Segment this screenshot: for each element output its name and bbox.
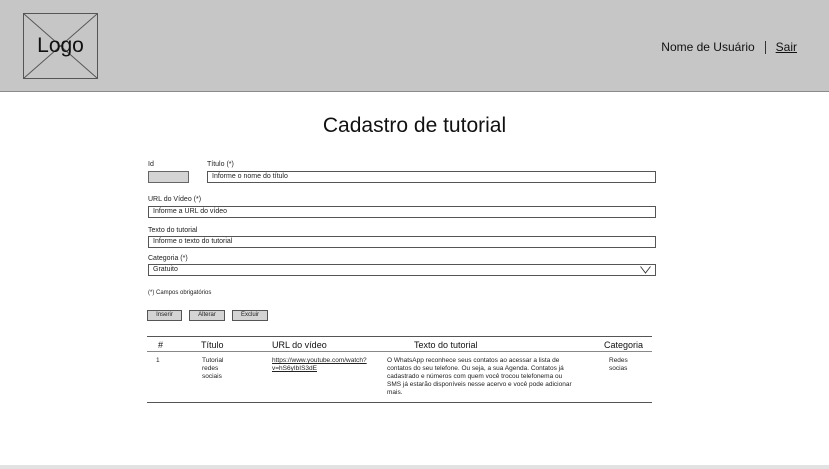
table-header-id: # (158, 340, 164, 350)
tutorial-text-input[interactable]: Informe o texto do tutorial (148, 236, 656, 248)
title-label: Título (*) (207, 161, 234, 168)
logout-link[interactable]: Sair (776, 40, 797, 54)
row-url-link[interactable]: https://www.youtube.com/watch?v=hS6yIbIS… (272, 357, 368, 373)
insert-button[interactable]: Inserir (147, 310, 182, 321)
header: Logo Nome de Usuário Sair (0, 0, 829, 92)
table-header-text: Texto do tutorial (414, 340, 478, 350)
video-url-input[interactable]: Informe a URL do vídeo (148, 206, 656, 218)
row-title: Tutorial redes sociais (202, 357, 224, 380)
title-input[interactable]: Informe o nome do título (207, 171, 656, 183)
video-url-label: URL do Vídeo (*) (148, 196, 202, 203)
user-name: Nome de Usuário (661, 40, 755, 54)
row-text: O WhatsApp reconhece seus contatos ao ac… (387, 357, 572, 396)
logo-placeholder: Logo (23, 13, 98, 79)
page-title: Cadastro de tutorial (322, 114, 507, 137)
logo-text: Logo (37, 34, 84, 57)
tutorial-table: # Título URL do vídeo Texto do tutorial … (147, 336, 652, 403)
delete-button[interactable]: Excluir (232, 310, 268, 321)
row-category: Redes socias (609, 357, 628, 372)
table-header-divider (147, 351, 652, 352)
chevron-down-icon[interactable] (640, 266, 651, 274)
user-area: Nome de Usuário Sair (661, 40, 797, 54)
id-label: Id (148, 161, 154, 168)
bottom-bar (0, 465, 829, 469)
category-selected-value: Gratuito (153, 266, 178, 273)
category-select[interactable]: Gratuito (148, 264, 656, 276)
table-header-category: Categoria (604, 340, 644, 350)
category-label: Categoria (*) (148, 255, 188, 262)
row-id: 1 (156, 357, 160, 364)
update-button[interactable]: Alterar (189, 310, 225, 321)
table-header-url: URL do vídeo (272, 340, 327, 350)
user-separator (764, 40, 766, 54)
required-note: (*) Campos obrigatórios (148, 290, 212, 296)
tutorial-text-label: Texto do tutorial (148, 227, 198, 234)
id-field (148, 171, 189, 183)
table-header-title: Título (201, 340, 224, 350)
